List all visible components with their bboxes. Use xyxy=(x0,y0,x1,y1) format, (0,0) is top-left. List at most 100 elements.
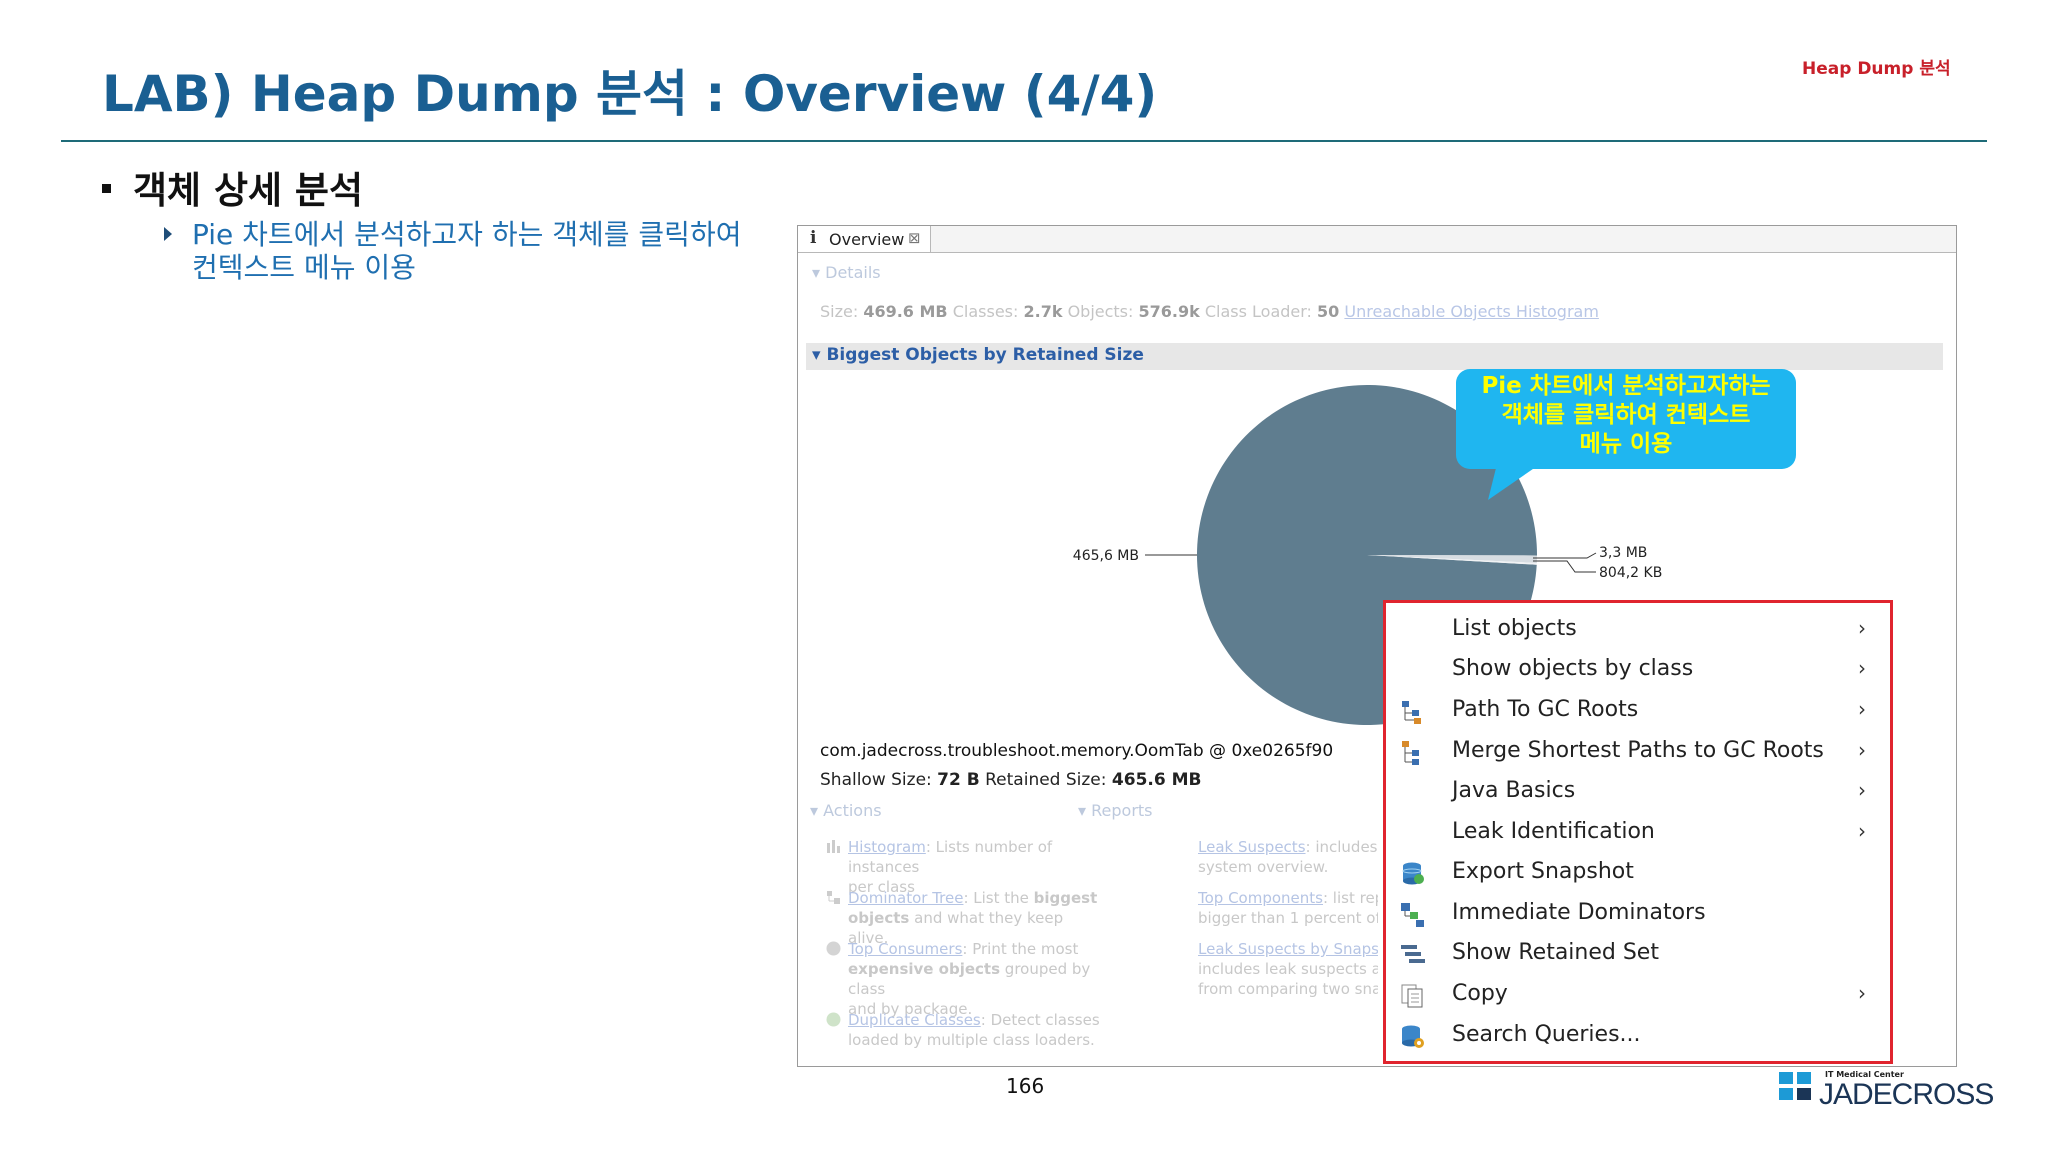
dominators-icon xyxy=(1401,903,1424,927)
leak-suspects-snapshots-link[interactable]: Leak Suspects by Snapsh xyxy=(1198,940,1378,958)
pie-label-2: 3,3 MB xyxy=(1599,545,1647,561)
action-bold-text: biggest xyxy=(1033,889,1098,907)
main-bullet-text: 객체 상세 분석 xyxy=(133,169,364,212)
callout-text: Pie 차트에서 분석하고자하는 객체를 클릭하여 컨텍스트 메뉴 이용 xyxy=(1456,372,1796,459)
report-text: system overview. xyxy=(1198,858,1329,876)
menu-item-copy[interactable]: Copy › xyxy=(1386,975,1890,1015)
triangle-bullet-icon xyxy=(164,227,172,241)
leader-line-2 xyxy=(1533,552,1597,559)
logo-text: JADECROSS xyxy=(1819,1078,1994,1111)
selected-object-name: com.jadecross.troubleshoot.memory.OomTab… xyxy=(820,741,1334,761)
chevron-right-icon: › xyxy=(1858,697,1866,721)
top-components-link[interactable]: Top Components xyxy=(1198,889,1323,907)
menu-item-leak-identification[interactable]: Leak Identification › xyxy=(1386,813,1890,853)
menu-item-label: Search Queries... xyxy=(1452,1022,1641,1047)
chevron-right-icon: › xyxy=(1858,778,1866,802)
sub-bullet-text: Pie 차트에서 분석하고자 하는 객체를 클릭하여 컨텍스트 메뉴 이용 xyxy=(192,218,742,284)
retained-size-value: 465.6 MB xyxy=(1111,770,1202,790)
square-bullet-icon xyxy=(102,184,111,193)
callout-tail xyxy=(1488,460,1546,500)
title-divider xyxy=(61,140,1987,142)
retained-set-icon xyxy=(1401,945,1425,963)
report-text: : includes l xyxy=(1305,838,1378,856)
reports-section-header[interactable]: ▾ Reports xyxy=(1078,801,1153,820)
menu-item-search-queries[interactable]: Search Queries... xyxy=(1386,1016,1890,1056)
retained-size-label: Retained Size: xyxy=(985,770,1107,790)
menu-item-label: Show objects by class xyxy=(1452,656,1694,681)
shallow-size-label: Shallow Size: xyxy=(820,770,932,790)
histogram-link[interactable]: Histogram xyxy=(848,838,926,856)
path-tree-icon xyxy=(1402,701,1421,724)
action-top-consumers: Top Consumers: Print the most expensive … xyxy=(826,939,1108,1019)
chevron-right-icon: › xyxy=(1858,656,1866,680)
search-queries-icon xyxy=(1402,1025,1424,1048)
shallow-size-value: 72 B xyxy=(937,770,980,790)
action-text: : Print the most xyxy=(962,940,1079,958)
context-menu: List objects › Show objects by class › P… xyxy=(1383,600,1893,1064)
histogram-icon xyxy=(827,840,840,853)
chevron-right-icon: › xyxy=(1858,819,1866,843)
main-bullet: 객체 상세 분석 xyxy=(102,160,363,214)
menu-item-show-objects-by-class[interactable]: Show objects by class › xyxy=(1386,650,1890,690)
action-text: loaded by multiple class loaders. xyxy=(848,1031,1095,1049)
top-consumers-icon xyxy=(826,941,841,956)
action-bold-text: expensive objects xyxy=(848,960,1001,978)
report-text: from comparing two sna xyxy=(1198,980,1378,998)
menu-item-export-snapshot[interactable]: Export Snapshot xyxy=(1386,853,1890,893)
callout-line: Pie 차트에서 분석하고자하는 xyxy=(1481,373,1771,399)
menu-item-list-objects[interactable]: List objects › xyxy=(1386,610,1890,650)
action-text: : Detect classes xyxy=(980,1011,1100,1029)
logo-block-icon xyxy=(1797,1072,1811,1084)
report-text: includes leak suspects ar xyxy=(1198,960,1378,978)
report-text: bigger than 1 percent of xyxy=(1198,909,1378,927)
logo-block-icon xyxy=(1779,1072,1793,1084)
menu-item-label: Java Basics xyxy=(1452,778,1576,803)
report-text: : list rep xyxy=(1322,889,1378,907)
menu-item-label: Copy xyxy=(1452,981,1508,1006)
menu-item-label: Merge Shortest Paths to GC Roots xyxy=(1452,738,1824,763)
actions-section-header[interactable]: ▾ Actions xyxy=(810,801,882,820)
dominator-tree-icon xyxy=(827,891,840,904)
top-consumers-link[interactable]: Top Consumers xyxy=(848,940,962,958)
chevron-right-icon: › xyxy=(1858,616,1866,640)
dominator-tree-link[interactable]: Dominator Tree xyxy=(848,889,963,907)
chevron-right-icon: › xyxy=(1858,981,1866,1005)
logo-block-icon xyxy=(1797,1088,1811,1100)
selected-object-sizes: Shallow Size: 72 B Retained Size: 465.6 … xyxy=(820,770,1201,790)
menu-item-label: Leak Identification xyxy=(1452,819,1655,844)
merge-paths-icon xyxy=(1402,741,1419,765)
export-database-icon xyxy=(1402,862,1424,885)
callout-line: 객체를 클릭하여 컨텍스트 xyxy=(1501,402,1751,428)
leak-suspects-link[interactable]: Leak Suspects xyxy=(1198,838,1306,856)
logo-block-icon xyxy=(1779,1088,1793,1100)
menu-item-immediate-dominators[interactable]: Immediate Dominators xyxy=(1386,894,1890,934)
duplicate-classes-icon xyxy=(826,1012,841,1027)
menu-item-path-to-gc-roots[interactable]: Path To GC Roots › xyxy=(1386,691,1890,731)
callout-line: 메뉴 이용 xyxy=(1579,431,1673,457)
duplicate-classes-link[interactable]: Duplicate Classes xyxy=(848,1011,981,1029)
menu-item-label: Path To GC Roots xyxy=(1452,697,1639,722)
pie-label-3: 804,2 KB xyxy=(1599,565,1662,581)
slide-title: LAB) Heap Dump 분석 : Overview (4/4) xyxy=(102,65,1158,123)
menu-item-show-retained-set[interactable]: Show Retained Set xyxy=(1386,934,1890,974)
menu-item-label: Immediate Dominators xyxy=(1452,900,1706,925)
report-leak-suspects-snapshots: Leak Suspects by Snapsh includes leak su… xyxy=(1198,939,1378,999)
report-leak-suspects: Leak Suspects: includes l system overvie… xyxy=(1198,837,1378,877)
menu-item-label: List objects xyxy=(1452,616,1577,641)
menu-item-java-basics[interactable]: Java Basics › xyxy=(1386,772,1890,812)
reports-header-label: Reports xyxy=(1091,801,1153,820)
jadecross-logo: IT Medical Center JADECROSS xyxy=(1779,1070,1994,1111)
sub-bullet: Pie 차트에서 분석하고자 하는 객체를 클릭하여 컨텍스트 메뉴 이용 xyxy=(162,218,762,284)
menu-item-merge-shortest-paths[interactable]: Merge Shortest Paths to GC Roots › xyxy=(1386,732,1890,772)
action-text: : List the xyxy=(963,889,1034,907)
action-duplicate-classes: Duplicate Classes: Detect classes loaded… xyxy=(826,1010,1108,1050)
page-number: 166 xyxy=(1006,1074,1045,1098)
section-label: Heap Dump 분석 xyxy=(1802,59,1951,79)
action-bold-text: objects xyxy=(848,909,910,927)
copy-document-icon xyxy=(1401,984,1423,1008)
report-top-components: Top Components: list rep bigger than 1 p… xyxy=(1198,888,1378,928)
menu-item-label: Show Retained Set xyxy=(1452,940,1659,965)
actions-header-label: Actions xyxy=(823,801,882,820)
chevron-right-icon: › xyxy=(1858,738,1866,762)
menu-item-label: Export Snapshot xyxy=(1452,859,1634,884)
